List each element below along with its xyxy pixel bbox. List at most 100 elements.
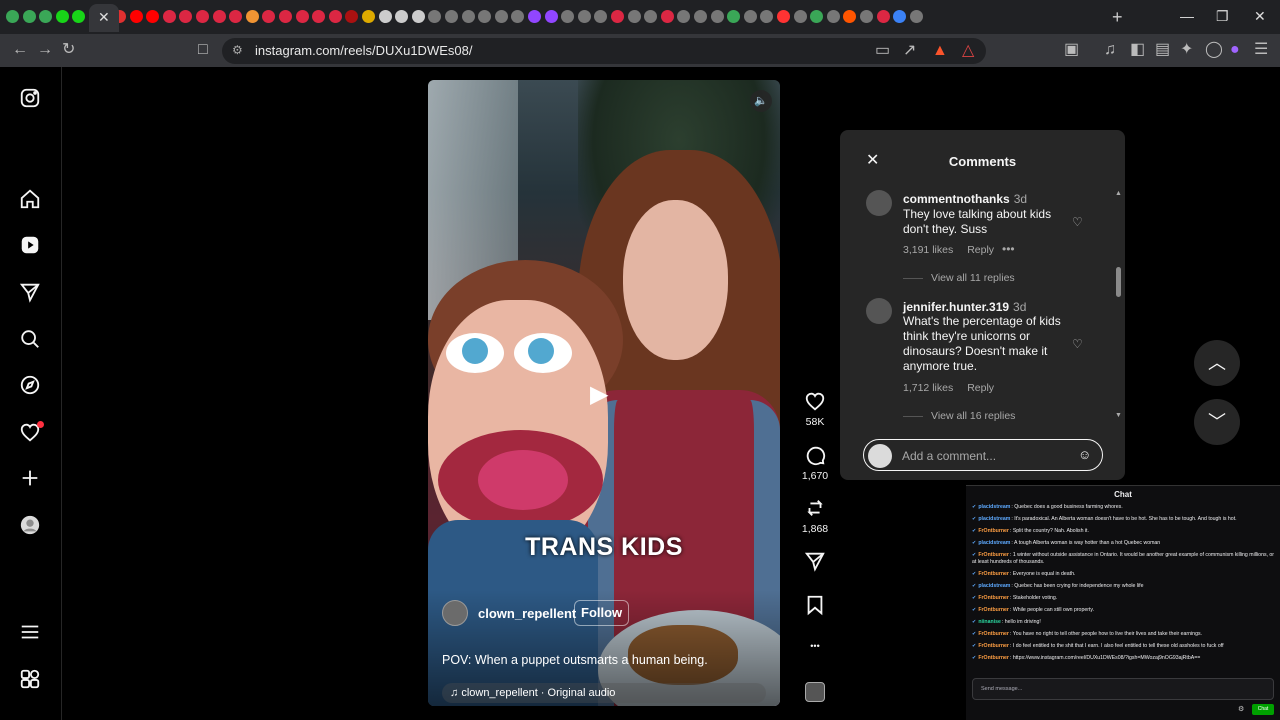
new-tab-button[interactable]: +	[1112, 7, 1123, 28]
tab-favicon[interactable]	[528, 10, 541, 23]
chat-username[interactable]: niinanise	[978, 619, 1001, 625]
tab-favicon[interactable]	[876, 10, 890, 23]
tab-favicon[interactable]	[378, 10, 392, 23]
tab-favicon[interactable]	[129, 10, 143, 23]
reel-video[interactable]: TRANS KIDS 🔈 ▶ clown_repellent Follow PO…	[428, 80, 780, 706]
tab-favicon[interactable]	[196, 10, 209, 23]
tab-favicon[interactable]	[162, 10, 176, 23]
maximize-icon[interactable]: ❐	[1216, 8, 1229, 25]
chat-username[interactable]: placidstream	[978, 516, 1010, 522]
tab-favicon[interactable]	[561, 10, 575, 23]
share-icon[interactable]: ↗	[903, 43, 916, 59]
tab-favicon[interactable]	[743, 10, 757, 23]
wallet-icon[interactable]: ▤	[1155, 42, 1170, 58]
tab-favicon[interactable]	[843, 10, 857, 23]
tab-favicon[interactable]	[710, 10, 724, 23]
tab-favicon[interactable]	[660, 10, 674, 23]
brave-shields-icon[interactable]: ▲	[932, 43, 948, 59]
tab-favicon[interactable]	[677, 10, 691, 23]
tab-favicon[interactable]	[445, 10, 458, 23]
tab-favicon[interactable]	[55, 10, 69, 23]
tab-favicon[interactable]	[245, 10, 259, 23]
tab-favicon[interactable]	[826, 10, 840, 23]
follow-button[interactable]: Follow	[574, 600, 630, 626]
chat-username[interactable]: FrOntburner	[978, 552, 1009, 558]
chat-username[interactable]: FrOntburner	[978, 528, 1009, 534]
close-tab-icon[interactable]: ✕	[98, 9, 110, 26]
address-bar[interactable]: ⚙ instagram.com/reels/DUXu1DWEs08/ ▭ ↗ ▲…	[222, 38, 986, 64]
browser-menu-icon[interactable]: ☰	[1254, 42, 1268, 58]
tab-favicon[interactable]	[793, 10, 807, 23]
chat-username[interactable]: FrOntburner	[978, 607, 1009, 613]
tab-favicon[interactable]	[279, 10, 292, 23]
tab-favicon[interactable]	[644, 10, 658, 23]
tab-favicon[interactable]	[6, 10, 19, 23]
explore-icon[interactable]	[19, 374, 41, 396]
emoji-icon[interactable]: ☺	[1078, 447, 1091, 462]
tab-favicon[interactable]	[777, 10, 790, 23]
leo-ai-icon[interactable]: ✦	[1180, 42, 1193, 58]
sidebar-icon[interactable]: ◧	[1130, 42, 1145, 58]
messages-icon[interactable]	[19, 281, 41, 303]
chat-message-list[interactable]: ✔ placidstream: Quebec does a good busine…	[972, 504, 1278, 674]
save-bookmark-icon[interactable]	[804, 594, 826, 621]
chat-username[interactable]: FrOntburner	[978, 631, 1009, 637]
tab-favicon[interactable]	[810, 10, 824, 23]
repost-icon[interactable]	[804, 497, 826, 524]
previous-reel-button[interactable]: ︿	[1194, 340, 1240, 386]
next-reel-button[interactable]: ﹀	[1194, 399, 1240, 445]
tab-favicon[interactable]	[395, 10, 409, 23]
close-window-icon[interactable]: ✕	[1254, 8, 1266, 25]
chat-username[interactable]: FrOntburner	[978, 655, 1009, 661]
comment-reply-button[interactable]: Reply	[967, 244, 994, 256]
comment-username[interactable]: commentnothanks 3d	[903, 192, 1027, 206]
tab-favicon[interactable]	[39, 10, 53, 23]
tab-favicon[interactable]	[22, 10, 36, 23]
tab-favicon[interactable]	[760, 10, 774, 23]
tab-favicon[interactable]	[909, 10, 923, 23]
like-heart-icon[interactable]	[804, 390, 826, 417]
tab-favicon[interactable]	[362, 10, 375, 23]
tab-favicon[interactable]	[146, 10, 160, 23]
chat-input[interactable]: Send message...	[972, 678, 1274, 700]
add-comment-input[interactable]	[902, 447, 1067, 465]
tab-favicon[interactable]	[212, 10, 226, 23]
comments-scrollbar[interactable]	[1116, 267, 1121, 297]
forward-icon[interactable]: →	[37, 42, 53, 58]
chat-settings-icon[interactable]: ⚙	[1238, 705, 1244, 713]
active-tab[interactable]: ✕	[89, 4, 119, 32]
tab-favicon[interactable]	[511, 10, 525, 23]
vpn-icon[interactable]: ◯	[1205, 42, 1223, 58]
tab-favicon[interactable]	[594, 10, 608, 23]
more-options-icon[interactable]: •••	[795, 641, 835, 651]
tab-favicon[interactable]	[428, 10, 442, 23]
comment-like-icon[interactable]: ♡	[1072, 215, 1083, 229]
tab-favicon[interactable]	[72, 10, 86, 23]
tab-favicon[interactable]	[478, 10, 492, 23]
create-icon[interactable]	[19, 467, 41, 489]
instagram-logo-icon[interactable]	[19, 87, 41, 109]
chat-send-button[interactable]: Chat	[1252, 704, 1274, 715]
bookmark-icon[interactable]: □	[198, 42, 208, 58]
minimize-icon[interactable]: —	[1180, 8, 1194, 24]
reels-icon[interactable]	[19, 234, 41, 256]
tab-favicon[interactable]	[611, 10, 624, 23]
comment-avatar[interactable]	[866, 190, 892, 216]
tab-favicon[interactable]	[411, 10, 425, 23]
audio-link[interactable]: ♫ clown_repellent · Original audio	[442, 683, 766, 703]
also-from-meta-icon[interactable]	[19, 668, 41, 690]
scroll-down-icon[interactable]: ▼	[1115, 412, 1122, 419]
menu-icon[interactable]	[19, 621, 41, 643]
cast-icon[interactable]: ▭	[875, 43, 890, 59]
author-avatar[interactable]	[442, 600, 468, 626]
tab-favicon[interactable]	[494, 10, 508, 23]
chat-username[interactable]: FrOntburner	[978, 643, 1009, 649]
tab-favicon[interactable]	[860, 10, 873, 23]
back-icon[interactable]: ←	[12, 42, 28, 58]
comment-avatar[interactable]	[866, 298, 892, 324]
chat-username[interactable]: placidstream	[978, 504, 1010, 510]
audio-thumbnail[interactable]	[805, 682, 825, 702]
chat-username[interactable]: FrOntburner	[978, 595, 1009, 601]
chat-username[interactable]: placidstream	[978, 540, 1010, 546]
brave-rewards-icon[interactable]: △	[962, 43, 974, 59]
